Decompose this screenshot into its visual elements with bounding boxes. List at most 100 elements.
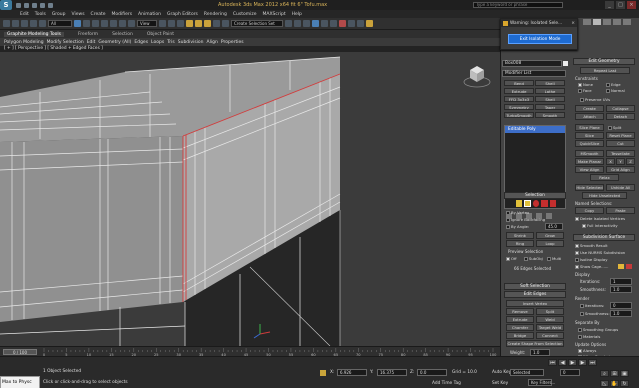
play-icon[interactable]: ▶ xyxy=(568,359,577,366)
add-time-tag-button[interactable]: Add Time Tag xyxy=(432,381,461,386)
named-selection-dropdown[interactable]: Create Selection Set xyxy=(231,20,283,27)
select-object-icon[interactable] xyxy=(74,20,81,27)
mirror-icon[interactable] xyxy=(285,20,292,27)
menu-graph-editors[interactable]: Graph Editors xyxy=(167,12,198,17)
menu-views[interactable]: Views xyxy=(72,12,85,17)
field-of-view-icon[interactable]: ◺ xyxy=(600,380,609,387)
edit-edges-rollout-header[interactable]: Edit Edges xyxy=(504,291,566,298)
maxscript-listener-input[interactable]: Max to Physc xyxy=(0,376,40,388)
smoothness-spinner[interactable]: 1.0 xyxy=(610,286,632,293)
smoothing-groups-checkbox[interactable]: Smoothing Groups xyxy=(578,327,618,332)
iterations-spinner[interactable]: 1 xyxy=(610,278,632,285)
full-interactivity-checkbox[interactable]: Full Interactivity xyxy=(582,223,618,228)
dialog-close-button[interactable]: × xyxy=(571,21,575,26)
extrude-button[interactable]: Extrude xyxy=(504,88,534,94)
border-level-icon[interactable] xyxy=(532,200,540,207)
panel-tris[interactable]: Tris xyxy=(167,40,175,45)
tab-graphite-modeling-tools[interactable]: Graphite Modeling Tools xyxy=(4,31,65,37)
shell-button-2[interactable]: Shell xyxy=(535,96,565,102)
link-icon[interactable] xyxy=(21,20,28,27)
preview-subobj-radio[interactable]: SubObj xyxy=(524,256,543,261)
edit-named-selection-icon[interactable] xyxy=(222,20,229,27)
save-icon[interactable] xyxy=(32,2,37,8)
by-angle-checkbox[interactable]: By Angle: xyxy=(506,224,529,229)
x-coordinate-field[interactable]: 6.926 xyxy=(337,369,367,376)
view-align-button[interactable]: View Align xyxy=(575,166,604,173)
reference-coordinate-dropdown[interactable]: View xyxy=(137,20,157,27)
weight-spinner[interactable]: 1.0 xyxy=(530,349,550,356)
cage-selected-color-swatch[interactable] xyxy=(626,264,632,269)
unhide-all-button[interactable]: Unhide All xyxy=(606,184,635,191)
turbosmooth-button[interactable]: TurboSmooth xyxy=(504,112,534,118)
object-name-field[interactable]: Box008 xyxy=(502,60,562,67)
constraint-edge-radio[interactable]: Edge xyxy=(606,82,621,87)
ring-button[interactable]: Ring xyxy=(506,240,534,247)
constraint-face-radio[interactable]: Face xyxy=(578,88,592,93)
move-icon[interactable] xyxy=(110,20,117,27)
edge-level-icon[interactable] xyxy=(524,200,531,207)
reset-plane-button[interactable]: Reset Plane xyxy=(606,132,635,139)
subdivision-rollout-header[interactable]: Subdivision Surface xyxy=(573,234,635,241)
snaps-toggle-icon[interactable] xyxy=(186,20,193,27)
panel-edit[interactable]: Edit xyxy=(87,40,96,45)
update-always-radio[interactable]: Always xyxy=(578,348,596,353)
zoom-all-icon[interactable]: ⊞ xyxy=(610,370,619,377)
taper-button[interactable]: Taper xyxy=(535,104,565,110)
weld-button[interactable]: Weld xyxy=(536,316,564,323)
render-smoothness-checkbox[interactable]: Smoothness: xyxy=(580,311,610,316)
bend-button[interactable]: Bend xyxy=(504,80,534,86)
stack-item-editable-poly[interactable]: Editable Poly xyxy=(505,126,565,133)
preview-off-radio[interactable]: Off xyxy=(506,256,517,261)
time-slider[interactable]: 0 / 100 0 5 10 15 20 25 30 35 40 45 50 55 60 65 70 75 80… xyxy=(0,346,500,356)
preserve-uvs-checkbox[interactable]: Preserve UVs xyxy=(580,97,610,102)
lathe-button[interactable]: Lathe xyxy=(535,88,565,94)
menu-create[interactable]: Create xyxy=(91,12,106,17)
constraint-none-radio[interactable]: None xyxy=(578,82,593,87)
select-by-name-icon[interactable] xyxy=(83,20,90,27)
connect-button[interactable]: Connect xyxy=(536,332,564,339)
key-selection-dropdown[interactable]: Selected xyxy=(510,369,544,376)
render-iterations-checkbox[interactable]: Iterations: xyxy=(580,303,604,308)
relax-button[interactable]: Relax xyxy=(590,174,619,181)
time-slider-thumb[interactable]: 0 / 100 xyxy=(3,349,37,355)
menu-tools[interactable]: Tools xyxy=(35,12,46,17)
menu-modifiers[interactable]: Modifiers xyxy=(112,12,133,17)
previous-frame-icon[interactable]: ◀ xyxy=(558,359,567,366)
scale-icon[interactable] xyxy=(128,20,135,27)
rotate-icon[interactable] xyxy=(119,20,126,27)
layer-manager-icon[interactable] xyxy=(303,20,310,27)
exit-isolation-mode-button[interactable]: Exit Isolation Mode xyxy=(508,34,572,44)
by-vertex-checkbox[interactable]: By Vertex xyxy=(506,210,529,215)
selection-rollout-header[interactable]: Selection xyxy=(504,192,566,199)
tab-object-paint[interactable]: Object Paint xyxy=(147,32,174,37)
window-crossing-icon[interactable] xyxy=(101,20,108,27)
maximize-button[interactable]: □ xyxy=(616,1,625,9)
render-production-icon[interactable] xyxy=(366,20,373,27)
paste-button[interactable]: Paste xyxy=(606,207,635,214)
viewport-canvas[interactable] xyxy=(0,52,500,346)
insert-vertex-button[interactable]: Insert Vertex xyxy=(506,300,564,307)
panel-polygon-modeling[interactable]: Polygon Modeling xyxy=(4,40,44,45)
spinner-snap-icon[interactable] xyxy=(213,20,220,27)
redo-icon[interactable] xyxy=(12,20,19,27)
viewcube-icon[interactable] xyxy=(462,60,492,90)
graphite-toggle-icon[interactable] xyxy=(312,20,319,27)
material-editor-icon[interactable] xyxy=(339,20,346,27)
panel-align[interactable]: Align xyxy=(207,40,218,45)
configure-modifier-sets-icon[interactable] xyxy=(546,213,552,219)
menu-animation[interactable]: Animation xyxy=(138,12,161,17)
pan-view-icon[interactable]: ✋ xyxy=(610,380,619,387)
planar-y-button[interactable]: Y xyxy=(616,158,625,165)
materials-checkbox[interactable]: Materials xyxy=(578,334,600,339)
percent-snap-icon[interactable] xyxy=(204,20,211,27)
panel-modify-selection[interactable]: Modify Selection xyxy=(47,40,84,45)
constraint-normal-radio[interactable]: Normal xyxy=(606,88,625,93)
current-frame-field[interactable]: 0 xyxy=(560,369,580,376)
render-smoothness-spinner[interactable]: 1.0 xyxy=(610,310,632,317)
unlink-icon[interactable] xyxy=(30,20,37,27)
show-cage-checkbox[interactable]: Show Cage...... xyxy=(575,264,608,269)
copy-button[interactable]: Copy xyxy=(575,207,604,214)
tab-selection[interactable]: Selection xyxy=(112,32,133,37)
y-coordinate-field[interactable]: 16.375 xyxy=(377,369,407,376)
open-icon[interactable] xyxy=(24,2,29,8)
